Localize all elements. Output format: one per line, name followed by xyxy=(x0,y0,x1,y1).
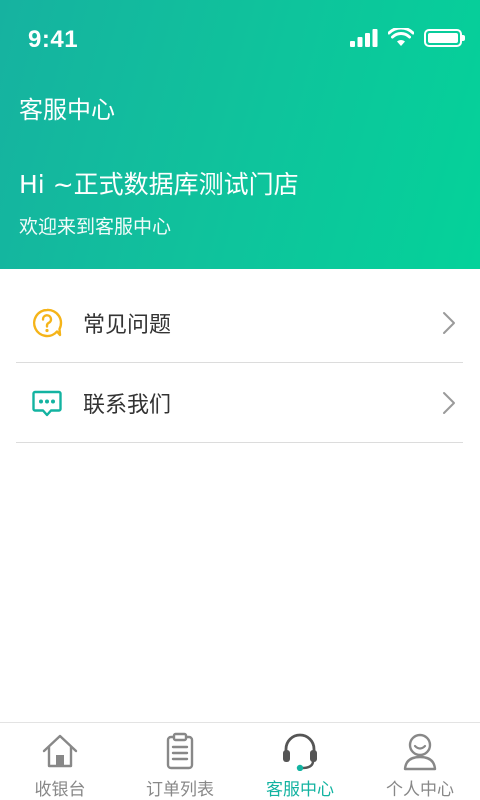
tab-label: 个人中心 xyxy=(386,780,454,800)
question-bubble-icon xyxy=(32,308,63,337)
clipboard-icon xyxy=(166,732,194,770)
tab-order-list[interactable]: 订单列表 xyxy=(120,723,240,800)
tab-cashier[interactable]: 收银台 xyxy=(0,723,120,800)
home-icon xyxy=(42,734,78,768)
greeting-text: Hi ~正式数据库测试门店 xyxy=(19,170,299,199)
chat-bubble-icon xyxy=(32,390,62,416)
page-title: 客服中心 xyxy=(19,96,115,124)
welcome-subtitle: 欢迎来到客服中心 xyxy=(19,216,172,238)
status-time: 9:41 xyxy=(28,26,79,53)
menu-item-faq[interactable]: 常见问题 xyxy=(16,283,463,363)
menu-list: 常见问题 联系我们 xyxy=(16,283,463,443)
menu-item-contact[interactable]: 联系我们 xyxy=(16,363,463,443)
status-bar: 9:41 xyxy=(0,0,480,80)
tab-personal-center[interactable]: 个人中心 xyxy=(360,723,480,800)
wifi-icon xyxy=(388,28,414,46)
tab-label: 客服中心 xyxy=(266,780,334,800)
header: 9:41 客服中心 Hi ~正式数据库测试门店 欢迎来到客服中心 xyxy=(0,0,480,269)
status-icons xyxy=(350,28,465,47)
tab-label: 订单列表 xyxy=(146,780,214,800)
headset-icon xyxy=(283,733,317,771)
person-icon xyxy=(403,733,437,771)
battery-icon xyxy=(424,28,465,47)
chevron-right-icon xyxy=(443,391,455,414)
signal-icon xyxy=(350,28,378,47)
menu-item-label: 常见问题 xyxy=(83,312,172,338)
tab-label: 收银台 xyxy=(34,780,86,800)
tab-customer-service[interactable]: 客服中心 xyxy=(240,723,360,800)
bottom-tab-bar: 收银台 订单列表 客服中心 个人中心 xyxy=(0,722,480,800)
chevron-right-icon xyxy=(443,311,455,334)
menu-item-label: 联系我们 xyxy=(83,392,172,418)
